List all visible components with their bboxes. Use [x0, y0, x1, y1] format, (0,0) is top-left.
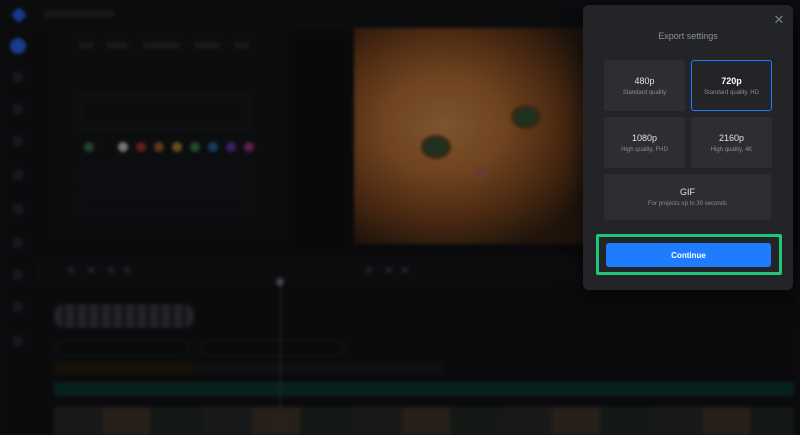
option-name: 1080p [631, 133, 658, 143]
option-name: 2160p [718, 133, 745, 143]
dialog-title: Export settings [658, 31, 718, 41]
option-720p[interactable]: 720p Standard quality, HD [691, 60, 772, 111]
close-icon[interactable]: ✕ [772, 13, 786, 27]
option-desc: For projects up to 30 seconds [647, 201, 728, 207]
option-name: GIF [680, 187, 695, 197]
option-desc: Standard quality, HD [704, 90, 759, 96]
option-name: 480p [634, 76, 655, 86]
option-desc: Standard quality [622, 90, 667, 96]
option-desc: High quality, FHD [621, 147, 668, 153]
option-2160p[interactable]: 2160p High quality, 4K [691, 117, 772, 168]
option-gif[interactable]: GIF For projects up to 30 seconds [604, 174, 771, 220]
option-1080p[interactable]: 1080p High quality, FHD [604, 117, 685, 168]
option-480p[interactable]: 480p Standard quality [604, 60, 685, 111]
option-desc: High quality, 4K [710, 147, 753, 153]
option-name: 720p [721, 76, 742, 86]
continue-button[interactable]: Continue [606, 243, 771, 267]
